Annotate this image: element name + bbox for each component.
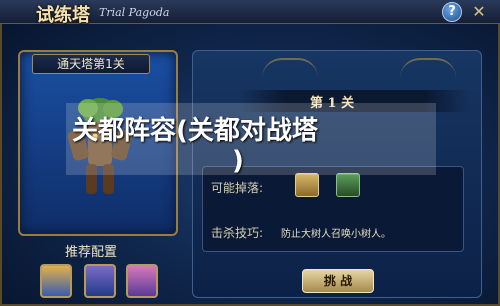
- ornament-decoration: [400, 58, 456, 82]
- hero-portrait[interactable]: [126, 264, 158, 298]
- window-title: 试练塔: [36, 5, 90, 26]
- kill-tip-text: 防止大树人召唤小树人。: [281, 229, 391, 240]
- hero-portrait[interactable]: [40, 264, 72, 298]
- title-bar: 试练塔 Trial Pagoda ? ✕: [0, 0, 500, 26]
- book-drop-icon[interactable]: [336, 173, 360, 197]
- challenge-button[interactable]: 挑 战: [302, 269, 374, 293]
- recommended-lineup-label: 推荐配置: [65, 245, 118, 260]
- hero-portrait[interactable]: [84, 264, 116, 298]
- possible-drop-label: 可能掉落:: [211, 181, 264, 195]
- window-subtitle: Trial Pagoda: [99, 6, 170, 19]
- watermark-text-continued: ): [232, 146, 244, 176]
- kill-tip-label: 击杀技巧:: [211, 226, 264, 240]
- boss-panel-header: 通天塔第1关: [32, 54, 150, 74]
- ornament-decoration: [262, 58, 318, 82]
- scroll-drop-icon[interactable]: [295, 173, 319, 197]
- close-icon[interactable]: ✕: [468, 2, 490, 22]
- watermark-text: 关都阵容(关都对战塔: [72, 116, 318, 146]
- help-icon[interactable]: ?: [442, 2, 462, 22]
